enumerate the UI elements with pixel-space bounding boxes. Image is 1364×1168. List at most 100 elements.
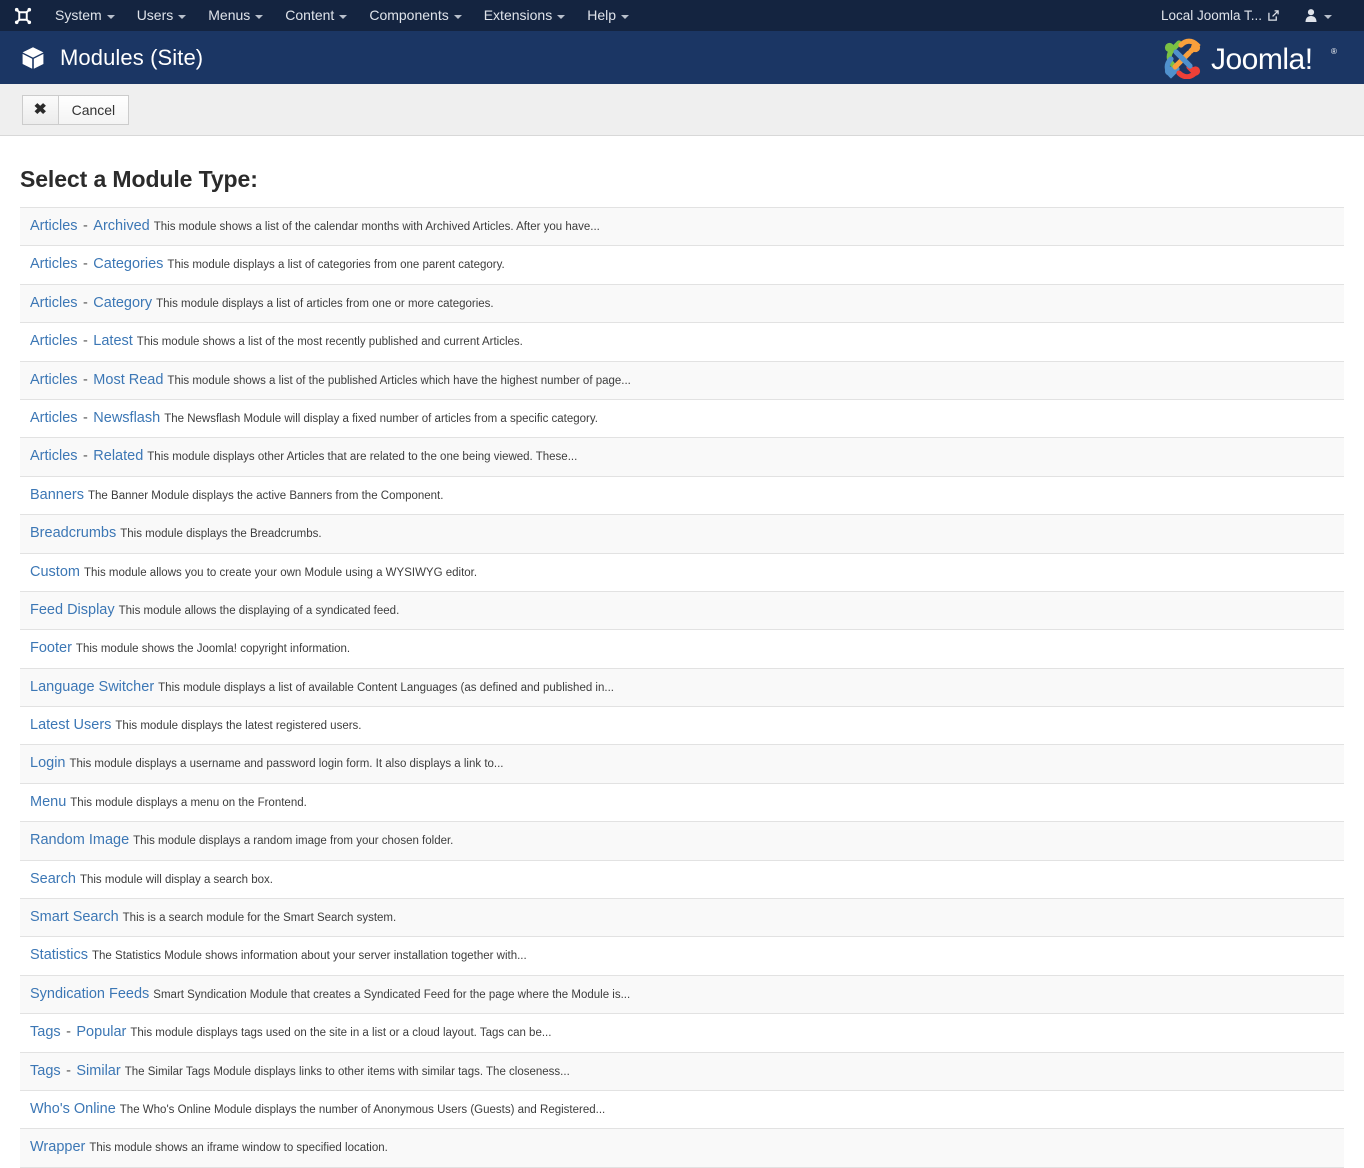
module-type-subtitle-link[interactable]: Popular: [76, 1024, 126, 1040]
cancel-icon-button[interactable]: ✖: [22, 94, 58, 125]
module-type-subtitle-link[interactable]: Latest: [93, 333, 133, 349]
module-type-row[interactable]: Latest Users This module displays the lat…: [20, 707, 1344, 746]
module-type-link[interactable]: Articles: [30, 256, 78, 272]
module-type-row[interactable]: Articles - Categories This module display…: [20, 246, 1344, 285]
module-type-row[interactable]: Tags - Similar The Similar Tags Module di…: [20, 1052, 1344, 1091]
module-type-link[interactable]: Articles: [30, 295, 78, 311]
module-type-subtitle-link[interactable]: Related: [93, 448, 143, 464]
nav-item-extensions[interactable]: Extensions: [473, 0, 576, 31]
module-title-separator: -: [66, 1062, 71, 1079]
module-title-separator: -: [66, 1024, 71, 1041]
svg-text:Joomla!: Joomla!: [1211, 43, 1313, 76]
nav-item-label: Extensions: [483, 7, 553, 23]
module-type-description: Smart Syndication Module that creates a …: [153, 988, 631, 1001]
module-type-link[interactable]: Tags: [30, 1063, 61, 1079]
module-type-link[interactable]: Latest Users: [30, 717, 111, 733]
module-type-link[interactable]: Breadcrumbs: [30, 525, 116, 541]
page-title: Modules (Site): [60, 44, 204, 70]
module-type-link[interactable]: Smart Search: [30, 909, 119, 925]
module-type-row[interactable]: Banners The Banner Module displays the ac…: [20, 476, 1344, 516]
module-type-link[interactable]: Tags: [30, 1024, 61, 1040]
module-type-row[interactable]: Custom This module allows you to create y…: [20, 553, 1344, 592]
module-type-description: The Statistics Module shows information …: [92, 950, 527, 963]
module-type-link[interactable]: Language Switcher: [30, 679, 154, 695]
module-type-row[interactable]: Articles - Archived This module shows a l…: [20, 208, 1344, 247]
module-title-separator: -: [83, 448, 88, 465]
module-type-row[interactable]: Tags - Popular This module displays tags …: [20, 1014, 1344, 1053]
module-type-subtitle-link[interactable]: Archived: [93, 218, 149, 234]
nav-item-system[interactable]: System: [44, 0, 126, 31]
module-type-description: This module displays a random image from…: [133, 835, 454, 848]
module-type-row[interactable]: Language Switcher This module displays a …: [20, 668, 1344, 708]
nav-item-help[interactable]: Help: [576, 0, 640, 31]
module-type-link[interactable]: Articles: [30, 372, 78, 388]
user-menu-button[interactable]: [1291, 9, 1344, 22]
module-type-row[interactable]: Menu This module displays a menu on the F…: [20, 783, 1344, 823]
chevron-down-icon: [106, 14, 115, 19]
preview-site-link[interactable]: Local Joomla T...: [1153, 0, 1287, 31]
module-type-row[interactable]: Smart Search This is a search module for …: [20, 899, 1344, 938]
nav-item-label: Components: [369, 7, 449, 23]
module-type-row[interactable]: Articles - Latest This module shows a lis…: [20, 323, 1344, 362]
module-type-description: This module displays a list of articles …: [156, 297, 494, 310]
module-type-row[interactable]: Articles - Related This module displays o…: [20, 438, 1344, 477]
module-title-separator: -: [83, 333, 88, 350]
chevron-down-icon: [621, 14, 629, 19]
module-type-link[interactable]: Articles: [30, 410, 78, 426]
nav-item-menus[interactable]: Menus: [197, 0, 274, 31]
joomla-brand-logo: Joomla! ®: [1159, 38, 1344, 79]
module-type-link[interactable]: Syndication Feeds: [30, 986, 149, 1002]
module-type-description: The Who's Online Module displays the num…: [119, 1103, 606, 1116]
nav-item-label: Menus: [208, 7, 251, 23]
module-type-link[interactable]: Footer: [30, 640, 72, 656]
chevron-down-icon: [339, 14, 348, 19]
module-type-subtitle-link[interactable]: Category: [93, 295, 152, 311]
module-type-link[interactable]: Search: [30, 871, 76, 887]
joomla-logo-mark-icon[interactable]: [14, 7, 32, 25]
module-type-row[interactable]: Login This module displays a username and…: [20, 745, 1344, 784]
module-type-row[interactable]: Random Image This module displays a rando…: [20, 822, 1344, 861]
module-type-link[interactable]: Statistics: [30, 947, 88, 963]
module-type-link[interactable]: Articles: [30, 218, 78, 234]
module-type-link[interactable]: Wrapper: [30, 1139, 85, 1155]
module-type-subtitle-link[interactable]: Categories: [93, 256, 163, 272]
module-type-subtitle-link[interactable]: Similar: [76, 1063, 120, 1079]
module-type-description: This module allows you to create your ow…: [83, 566, 478, 579]
module-title-separator: -: [83, 294, 88, 311]
module-type-description: This module shows the Joomla! copyright …: [75, 643, 351, 656]
module-type-link[interactable]: Custom: [30, 564, 80, 580]
nav-item-users[interactable]: Users: [126, 0, 198, 31]
module-type-description: This is a search module for the Smart Se…: [122, 912, 397, 925]
module-type-row[interactable]: Syndication Feeds Smart Syndication Modul…: [20, 975, 1344, 1015]
module-type-link[interactable]: Articles: [30, 333, 78, 349]
person-icon: [1305, 9, 1317, 22]
nav-item-label: Users: [136, 7, 174, 23]
module-type-row[interactable]: Search This module will display a search …: [20, 860, 1344, 900]
module-type-link[interactable]: Random Image: [30, 832, 129, 848]
module-type-link[interactable]: Who's Online: [30, 1101, 116, 1117]
nav-item-components[interactable]: Components: [358, 0, 472, 31]
module-type-row[interactable]: Articles - Most Read This module shows a …: [20, 361, 1344, 400]
module-type-subtitle-link[interactable]: Newsflash: [93, 410, 160, 426]
cancel-button[interactable]: Cancel: [57, 94, 130, 125]
module-type-subtitle-link[interactable]: Most Read: [93, 372, 163, 388]
page-header-bar: Modules (Site) Joomla! ®: [0, 31, 1364, 84]
module-type-row[interactable]: Breadcrumbs This module displays the Brea…: [20, 515, 1344, 554]
module-type-row[interactable]: Statistics The Statistics Module shows in…: [20, 937, 1344, 976]
module-type-link[interactable]: Menu: [30, 794, 66, 810]
module-type-row[interactable]: Articles - Newsflash The Newsflash Module…: [20, 399, 1344, 439]
module-type-link[interactable]: Feed Display: [30, 602, 115, 618]
module-type-description: This module allows the displaying of a s…: [118, 604, 400, 617]
nav-item-content[interactable]: Content: [274, 0, 358, 31]
module-type-link[interactable]: Login: [30, 755, 65, 771]
module-title-separator: -: [83, 409, 88, 426]
module-type-row[interactable]: Who's Online The Who's Online Module disp…: [20, 1090, 1344, 1130]
cube-module-icon: [22, 46, 44, 69]
module-type-row[interactable]: Articles - Category This module displays …: [20, 284, 1344, 324]
module-type-link[interactable]: Banners: [30, 487, 84, 503]
module-type-row[interactable]: Feed Display This module allows the displ…: [20, 591, 1344, 631]
module-type-row[interactable]: Footer This module shows the Joomla! copy…: [20, 630, 1344, 669]
module-type-link[interactable]: Articles: [30, 448, 78, 464]
chevron-down-icon: [255, 14, 264, 19]
module-type-row[interactable]: Wrapper This module shows an iframe windo…: [20, 1129, 1344, 1168]
